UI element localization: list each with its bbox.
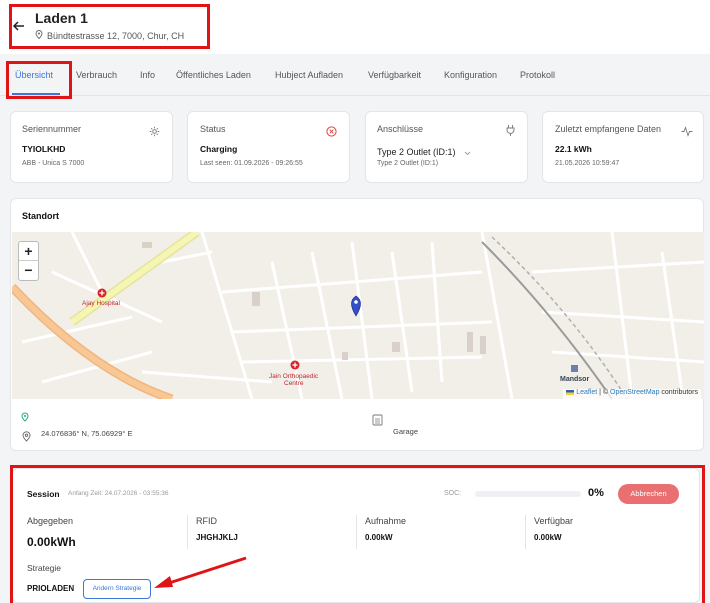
soc-progress-bar bbox=[475, 491, 581, 497]
attribution-suffix: contributors bbox=[659, 389, 698, 396]
session-title: Session bbox=[27, 489, 60, 499]
last-data-timestamp: 21.05.2026 10:59:47 bbox=[555, 160, 620, 167]
recording-label: Aufnahme bbox=[365, 516, 407, 526]
tab-uebersicht[interactable]: Übersicht bbox=[15, 70, 53, 80]
connectors-label: Anschlüsse bbox=[377, 124, 424, 134]
cancel-session-button[interactable]: Abbrechen bbox=[618, 484, 679, 504]
tab-verbrauch[interactable]: Verbrauch bbox=[76, 70, 117, 80]
back-arrow-icon[interactable] bbox=[12, 19, 26, 33]
serial-model: ABB - Unica S 7000 bbox=[22, 160, 85, 167]
delivered-label: Abgegeben bbox=[27, 516, 74, 526]
page-header: Laden 1 Bündtestrasse 12, 7000, Chur, CH bbox=[0, 0, 710, 54]
connector-sub: Type 2 Outlet (ID:1) bbox=[377, 160, 439, 167]
map-label-ortho-1: Jain Orthopaedic bbox=[269, 373, 319, 380]
recording-value: 0.00kW bbox=[365, 533, 393, 542]
gear-icon bbox=[149, 124, 160, 137]
connectors-card: Anschlüsse Type 2 Outlet (ID:1) Type 2 O… bbox=[365, 111, 528, 183]
status-label: Status bbox=[200, 124, 226, 134]
map-tiles: Ajay Hospital Jain Orthopaedic Centre Ma… bbox=[12, 232, 704, 399]
rfid-label: RFID bbox=[196, 516, 217, 526]
map-label-station: Mandsor bbox=[560, 376, 589, 383]
status-last-seen: Last seen: 01.09.2026 - 09:26:55 bbox=[200, 160, 303, 167]
annotation-arrow bbox=[154, 556, 247, 588]
location-pin-icon bbox=[35, 30, 43, 41]
leaflet-link[interactable]: Leaflet bbox=[576, 389, 597, 396]
tab-konfiguration[interactable]: Konfiguration bbox=[444, 70, 497, 80]
location-title: Standort bbox=[22, 211, 59, 221]
connector-select[interactable]: Type 2 Outlet (ID:1) bbox=[377, 143, 471, 161]
close-circle-icon bbox=[326, 124, 337, 137]
zoom-out-button[interactable]: − bbox=[19, 261, 38, 280]
plug-icon bbox=[505, 123, 516, 136]
tab-info[interactable]: Info bbox=[140, 70, 155, 80]
map-view[interactable]: Ajay Hospital Jain Orthopaedic Centre Ma… bbox=[12, 232, 704, 399]
serial-label: Seriennummer bbox=[22, 124, 82, 134]
tab-verfuegbarkeit[interactable]: Verfügbarkeit bbox=[368, 70, 421, 80]
serial-card: Seriennummer TYIOLKHD ABB - Unica S 7000 bbox=[10, 111, 173, 183]
available-label: Verfügbar bbox=[534, 516, 574, 526]
location-pin-icon bbox=[22, 429, 31, 447]
map-label-hospital: Ajay Hospital bbox=[82, 300, 120, 307]
strategy-label: Strategie bbox=[27, 563, 62, 573]
serial-value: TYIOLKHD bbox=[22, 144, 66, 154]
parking-type: Garage bbox=[393, 427, 419, 436]
status-card: Status Charging Last seen: 01.09.2026 - … bbox=[187, 111, 350, 183]
last-data-value: 22.1 kWh bbox=[555, 144, 592, 154]
garage-icon bbox=[372, 413, 383, 431]
activity-icon bbox=[681, 124, 693, 137]
available-value: 0.00kW bbox=[534, 533, 562, 542]
strategy-value: PRIOLADEN bbox=[27, 584, 75, 593]
tab-hubject-aufladen[interactable]: Hubject Aufladen bbox=[275, 70, 343, 80]
zoom-in-button[interactable]: + bbox=[19, 242, 38, 261]
station-address: Bündtestrasse 12, 7000, Chur, CH bbox=[35, 30, 184, 41]
delivered-value: 0.00kWh bbox=[27, 535, 76, 549]
column-divider bbox=[356, 515, 357, 549]
map-label-ortho-2: Centre bbox=[284, 380, 304, 387]
connector-selected: Type 2 Outlet (ID:1) bbox=[377, 147, 456, 157]
last-data-card: Zuletzt empfangene Daten 22.1 kWh 21.05.… bbox=[542, 111, 704, 183]
leaflet-flag-icon bbox=[566, 389, 575, 395]
osm-link[interactable]: OpenStreetMap bbox=[610, 389, 659, 396]
change-strategy-button[interactable]: Andern Strategie bbox=[83, 579, 151, 599]
tab-protokoll[interactable]: Protokoll bbox=[520, 70, 555, 80]
attribution-separator: | © bbox=[597, 389, 611, 396]
column-divider bbox=[525, 515, 526, 549]
address-text: Bündtestrasse 12, 7000, Chur, CH bbox=[47, 30, 185, 41]
page-title: Laden 1 bbox=[35, 10, 88, 26]
tab-bar: Übersicht Verbrauch Info Öffentliches La… bbox=[0, 54, 710, 96]
soc-value: 0% bbox=[588, 487, 604, 499]
column-divider bbox=[187, 515, 188, 549]
map-zoom-control: + − bbox=[18, 241, 39, 281]
chevron-down-icon bbox=[464, 143, 471, 161]
navigation-icon[interactable] bbox=[21, 409, 29, 427]
map-attribution: Leaflet | © OpenStreetMap contributors bbox=[563, 389, 701, 399]
rfid-value: JHGHJKLJ bbox=[196, 533, 238, 542]
tab-oeffentliches-laden[interactable]: Öffentliches Laden bbox=[176, 70, 251, 80]
session-start-time: Anfang Zeit: 24.07.2026 - 03:55:36 bbox=[68, 490, 169, 497]
soc-label: SOC: bbox=[444, 490, 462, 497]
status-value: Charging bbox=[200, 144, 238, 154]
last-data-label: Zuletzt empfangene Daten bbox=[555, 124, 662, 134]
active-tab-indicator bbox=[12, 93, 60, 95]
coordinates-text: 24.076836° N, 75.06929° E bbox=[41, 429, 133, 438]
